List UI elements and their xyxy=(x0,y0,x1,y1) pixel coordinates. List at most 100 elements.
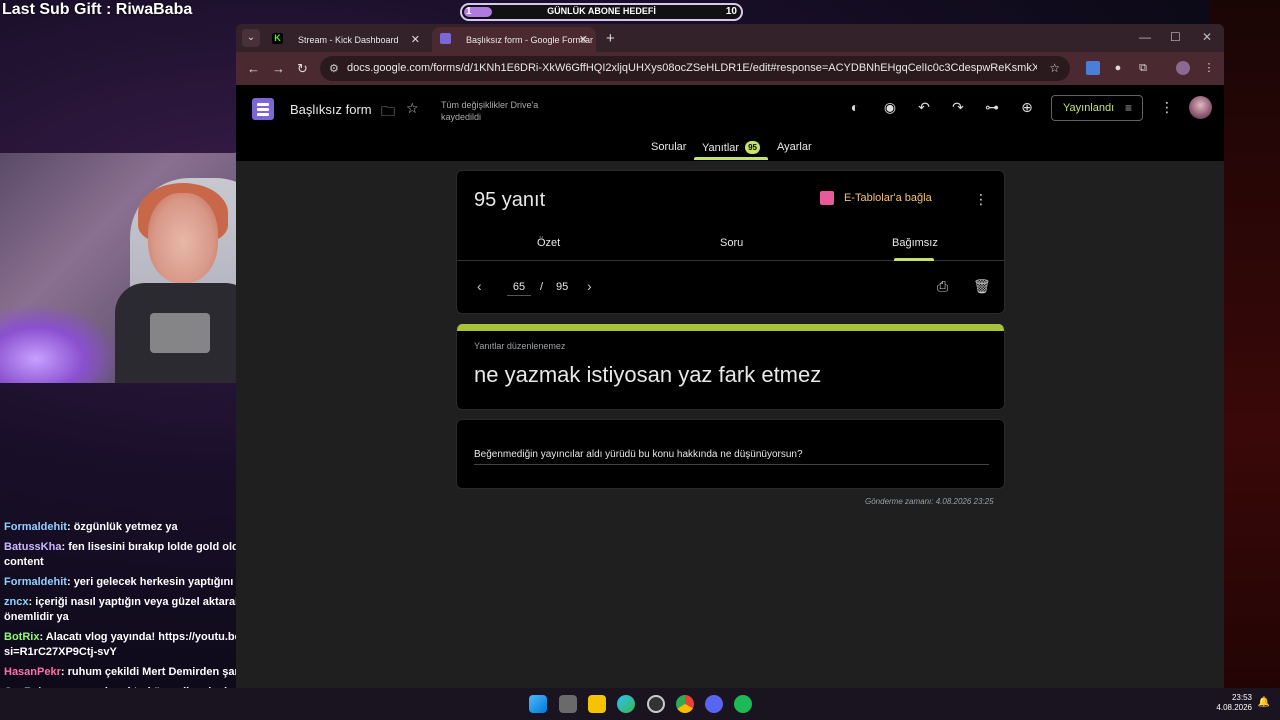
chat-text: içeriği nasıl yaptığın veya güzel aktara… xyxy=(4,596,275,623)
form-title[interactable]: Başlıksız form xyxy=(290,102,372,117)
edge-icon[interactable] xyxy=(617,695,635,713)
add-collaborator-icon[interactable]: ⊕ xyxy=(1018,99,1036,116)
app-icon[interactable] xyxy=(647,695,665,713)
tab-title: Başlıksız form - Google Formlar xyxy=(466,35,594,45)
profile-avatar[interactable] xyxy=(1176,61,1190,75)
saved-status: Tüm değişiklikler Drive'a kaydedildi xyxy=(441,100,539,122)
close-icon[interactable]: ✕ xyxy=(411,33,420,46)
sub-goal-label: GÜNLÜK ABONE HEDEFİ xyxy=(547,6,656,16)
tab-question[interactable]: Soru xyxy=(720,237,743,249)
more-options-icon[interactable]: ⋮ xyxy=(1160,99,1174,116)
system-clock[interactable]: 23:53 4.08.2026 xyxy=(1216,693,1252,713)
taskbar: 23:53 4.08.2026 🔔 xyxy=(0,688,1280,720)
palette-icon[interactable]: ◐ xyxy=(846,99,864,115)
chat-username[interactable]: HasanPekr xyxy=(4,666,61,678)
tab-search-icon[interactable]: ⌄ xyxy=(242,29,260,47)
folder-icon[interactable]: 🗀 xyxy=(381,101,395,125)
maximize-icon[interactable]: ☐ xyxy=(1170,30,1181,44)
responses-card: 95 yanıt E-Tablolar'a bağla ⋮ Özet Soru … xyxy=(456,170,1005,314)
new-tab-icon[interactable]: + xyxy=(606,30,615,47)
response-pager: ‹ 65 / 95 › ⎙ 🗑 xyxy=(457,261,1004,315)
file-explorer-icon[interactable] xyxy=(588,695,606,713)
task-view-icon[interactable] xyxy=(559,695,577,713)
responses-count: 95 yanıt xyxy=(474,189,546,211)
preview-eye-icon[interactable]: ◉ xyxy=(881,99,899,116)
delete-icon[interactable]: 🗑 xyxy=(973,278,991,295)
link-to-sheets-button[interactable]: E-Tablolar'a bağla xyxy=(820,191,932,205)
chat-username[interactable]: Formaldehit xyxy=(4,521,67,533)
clock-date: 4.08.2026 xyxy=(1216,703,1252,712)
forward-icon[interactable]: → xyxy=(272,61,285,76)
browser-window: ⌄ K Stream - Kick Dashboard ✕ Başlıksız … xyxy=(236,24,1224,688)
chat-text: özgünlük yetmez ya xyxy=(73,521,178,533)
response-view-tabs: Özet Soru Bağımsız xyxy=(457,231,1004,261)
site-info-icon[interactable]: ⚙ xyxy=(329,62,339,75)
answer-underline xyxy=(474,464,989,465)
spotify-icon[interactable] xyxy=(734,695,752,713)
clock-time: 23:53 xyxy=(1231,693,1252,702)
chrome-icon[interactable] xyxy=(676,695,694,713)
forms-header: Başlıksız form 🗀 ☆ Tüm değişiklikler Dri… xyxy=(236,85,1224,161)
form-header-card: Yanıtlar düzenlenemez ne yazmak istiyosa… xyxy=(456,324,1005,410)
extensions-icon[interactable]: ⧉ xyxy=(1136,61,1150,75)
last-sub-gift: Last Sub Gift : RiwaBaba xyxy=(2,1,193,18)
tab-responses[interactable]: Yanıtlar 95 xyxy=(702,141,760,154)
account-avatar[interactable] xyxy=(1189,96,1212,119)
previous-response-icon[interactable]: ‹ xyxy=(477,278,482,294)
close-icon[interactable]: ✕ xyxy=(579,33,588,46)
reload-icon[interactable]: ↻ xyxy=(297,61,308,77)
tab-title: Stream - Kick Dashboard xyxy=(298,35,399,45)
url-text: docs.google.com/forms/d/1KNh1E6DRi-XkW6G… xyxy=(347,62,1037,74)
mouse-extension-icon[interactable]: ● xyxy=(1111,61,1125,75)
discord-icon[interactable] xyxy=(705,695,723,713)
kick-icon: K xyxy=(272,33,283,44)
redo-icon[interactable]: ↷ xyxy=(949,99,967,116)
tab-kick-dashboard[interactable]: K Stream - Kick Dashboard ✕ xyxy=(264,27,428,52)
forms-icon xyxy=(440,33,451,44)
tab-questions[interactable]: Sorular xyxy=(651,141,686,153)
tab-google-forms[interactable]: Başlıksız form - Google Formlar ✕ xyxy=(432,27,596,52)
sub-goal-end: 10 xyxy=(725,6,737,17)
tab-settings[interactable]: Ayarlar xyxy=(777,141,812,153)
link-to-sheets-label: E-Tablolar'a bağla xyxy=(844,192,932,204)
star-icon[interactable]: ☆ xyxy=(406,100,419,117)
undo-icon[interactable]: ↶ xyxy=(915,99,933,116)
submitted-timestamp: Gönderme zamanı: 4.08.2026 23:25 xyxy=(865,497,994,506)
question-text: Beğenmediğin yayıncılar aldı yürüdü bu k… xyxy=(474,449,803,460)
active-tab-indicator xyxy=(694,157,768,160)
forms-logo-icon[interactable] xyxy=(252,98,274,120)
translate-icon[interactable] xyxy=(1086,61,1100,75)
sheets-icon xyxy=(820,191,834,205)
settings-sliders-icon: ≡ xyxy=(1124,101,1132,115)
responses-count-badge: 95 xyxy=(745,141,760,154)
chat-username[interactable]: BotRix xyxy=(4,631,39,643)
next-response-icon[interactable]: › xyxy=(587,278,592,294)
print-icon[interactable]: ⎙ xyxy=(937,278,948,295)
close-window-icon[interactable]: ✕ xyxy=(1202,30,1212,44)
form-heading: ne yazmak istiyosan yaz fark etmez xyxy=(474,362,822,387)
back-icon[interactable]: ← xyxy=(247,61,260,76)
minimize-icon[interactable]: — xyxy=(1139,30,1151,44)
total-responses: 95 xyxy=(556,281,569,293)
published-button[interactable]: Yayınlandı ≡ xyxy=(1051,95,1143,121)
chat-username[interactable]: zncx xyxy=(4,596,28,608)
tab-responses-label: Yanıtlar xyxy=(702,142,740,154)
sub-goal-bar: 1 GÜNLÜK ABONE HEDEFİ 10 xyxy=(460,3,743,21)
link-icon[interactable]: ⊶ xyxy=(983,99,1001,116)
notification-bell-icon[interactable]: 🔔 xyxy=(1258,697,1270,708)
published-label: Yayınlandı xyxy=(1063,102,1115,114)
menu-dots-icon[interactable]: ⋮ xyxy=(1202,61,1216,75)
pager-separator: / xyxy=(540,281,544,293)
more-options-icon[interactable]: ⋮ xyxy=(974,191,988,208)
address-bar[interactable]: ⚙ docs.google.com/forms/d/1KNh1E6DRi-XkW… xyxy=(320,56,1070,81)
response-number-input[interactable]: 65 xyxy=(507,281,531,296)
chat-username[interactable]: Formaldehit xyxy=(4,576,67,588)
chat-username[interactable]: BatussKha xyxy=(4,541,61,553)
tab-individual[interactable]: Bağımsız xyxy=(892,237,938,249)
tab-strip: ⌄ K Stream - Kick Dashboard ✕ Başlıksız … xyxy=(236,24,1224,52)
start-icon[interactable] xyxy=(529,695,547,713)
forms-page: Başlıksız form 🗀 ☆ Tüm değişiklikler Dri… xyxy=(236,85,1224,688)
tab-summary[interactable]: Özet xyxy=(537,237,560,249)
bookmark-star-icon[interactable]: ☆ xyxy=(1049,61,1060,75)
accent-bar xyxy=(457,324,1004,331)
